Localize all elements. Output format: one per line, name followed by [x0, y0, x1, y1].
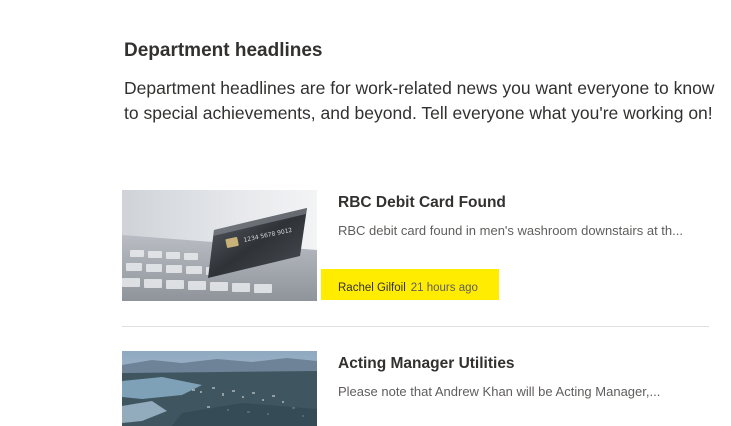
debit-card-on-keyboard-image: 1234 5678 9012	[122, 190, 317, 301]
section-description-line-2: to special achievements, and beyond. Tel…	[124, 103, 713, 123]
news-description: RBC debit card found in men's washroom d…	[338, 223, 683, 238]
section-title: Department headlines	[124, 40, 323, 61]
news-title[interactable]: Acting Manager Utilities	[338, 355, 515, 373]
byline: Rachel Gilfoil 21 hours ago	[338, 282, 478, 294]
author-link[interactable]: Rachel Gilfoil	[338, 282, 406, 294]
section-description: Department headlines are for work-relate…	[124, 76, 731, 126]
section-description-line-1: Department headlines are for work-relate…	[124, 78, 715, 98]
divider	[122, 326, 709, 327]
post-time: 21 hours ago	[410, 282, 478, 294]
city-aerial-view-image	[122, 351, 317, 426]
debit-card-thumbnail[interactable]: 1234 5678 9012	[122, 190, 317, 301]
news-title[interactable]: RBC Debit Card Found	[338, 194, 506, 212]
city-thumbnail[interactable]	[122, 351, 317, 426]
news-item[interactable]: Acting Manager Utilities Please note tha…	[122, 351, 712, 426]
news-item[interactable]: 1234 5678 9012 RBC Debit Card Found RBC …	[122, 190, 712, 302]
news-description: Please note that Andrew Khan will be Act…	[338, 384, 661, 399]
